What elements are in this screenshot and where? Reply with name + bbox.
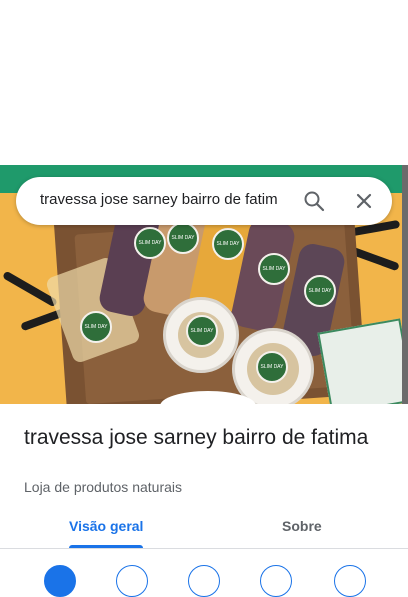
brand-badge: SLIM DAY xyxy=(134,227,166,259)
search-icon[interactable] xyxy=(302,189,326,213)
brand-badge: SLIM DAY xyxy=(304,275,336,307)
brand-badge: SLIM DAY xyxy=(258,253,290,285)
scrollbar[interactable] xyxy=(402,165,408,435)
brand-badge: SLIM DAY xyxy=(80,311,112,343)
tab-overview[interactable]: Visão geral xyxy=(69,518,143,534)
brand-badge: SLIM DAY xyxy=(212,228,244,260)
place-category: Loja de produtos naturais xyxy=(24,479,182,495)
brand-badge: SLIM DAY xyxy=(167,222,199,254)
search-input[interactable]: travessa jose sarney bairro de fatim xyxy=(40,191,296,208)
close-icon[interactable] xyxy=(352,189,376,213)
search-bar[interactable]: travessa jose sarney bairro de fatim xyxy=(16,177,392,225)
brand-badge: SLIM DAY xyxy=(256,351,288,383)
product-box xyxy=(317,318,408,405)
divider xyxy=(0,548,408,549)
tab-about[interactable]: Sobre xyxy=(282,518,322,534)
brand-badge: SLIM DAY xyxy=(186,315,218,347)
sheet-handle[interactable] xyxy=(160,391,256,421)
place-title: travessa jose sarney bairro de fatima xyxy=(24,426,369,449)
